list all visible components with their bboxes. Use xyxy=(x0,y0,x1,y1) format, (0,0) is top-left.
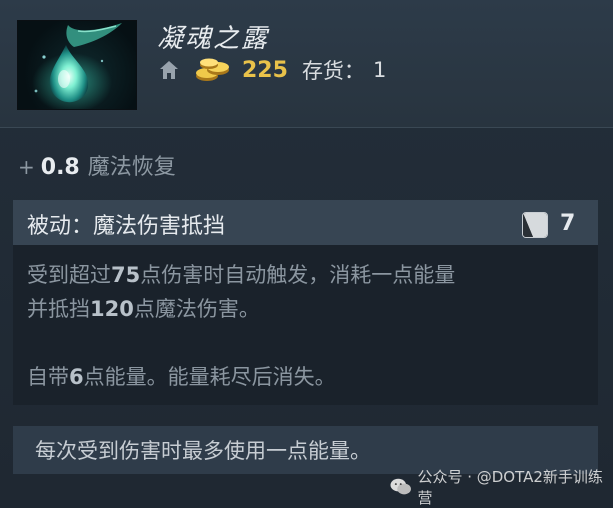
home-shop-icon xyxy=(160,61,178,79)
attribute-name: 魔法恢复 xyxy=(87,155,176,180)
wechat-icon xyxy=(390,478,411,495)
item-tooltip: 凝魂之露 225 存货： 1 + 0.8 魔法恢复 被动：魔法伤害抵挡 7 受到… xyxy=(0,0,613,507)
attribute-value: 0.8 xyxy=(40,155,80,180)
watermark-text: 公众号 · @DOTA2新手训练营 xyxy=(417,468,603,507)
ability-box: 被动：魔法伤害抵挡 7 受到超过75点伤害时自动触发，消耗一点能量 并抵挡120… xyxy=(13,200,598,405)
note-text: 每次受到伤害时最多使用一点能量。 xyxy=(35,439,371,463)
item-price: 225 xyxy=(242,57,288,83)
gold-coins-icon xyxy=(196,58,229,81)
item-name: 凝魂之露 xyxy=(157,24,270,54)
ability-desc-line: 受到超过75点伤害时自动触发，消耗一点能量 xyxy=(27,263,456,287)
ability-desc-line: 自带6点能量。能量耗尽后消失。 xyxy=(27,365,336,389)
ability-description: 受到超过75点伤害时自动触发，消耗一点能量 并抵挡120点魔法伤害。 自带6点能… xyxy=(27,258,587,394)
ability-desc-line: 并抵挡120点魔法伤害。 xyxy=(27,297,260,321)
stock-label: 存货： xyxy=(301,59,365,83)
watermark: 公众号 · @DOTA2新手训练营 xyxy=(390,466,613,508)
stock-value: 1 xyxy=(372,58,387,82)
attribute-row: + 0.8 魔法恢复 xyxy=(18,149,176,181)
cooldown-icon xyxy=(522,212,548,238)
infused-raindrop-icon xyxy=(17,20,137,110)
tooltip-header: 凝魂之露 225 存货： 1 xyxy=(0,0,613,128)
ability-header: 被动：魔法伤害抵挡 7 xyxy=(13,200,598,245)
attribute-plus: + xyxy=(18,155,35,179)
cooldown-value: 7 xyxy=(560,211,576,236)
item-meta-row: 225 存货： 1 xyxy=(158,55,386,85)
ability-title: 被动：魔法伤害抵挡 xyxy=(27,214,226,239)
